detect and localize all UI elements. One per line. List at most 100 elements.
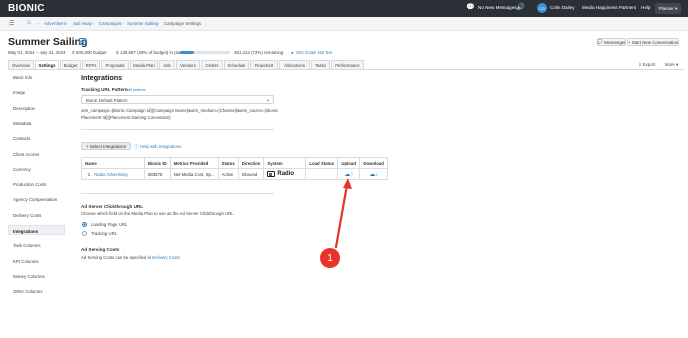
tab-allocations[interactable]: Allocations (279, 60, 310, 69)
sidebar-item-client-access[interactable]: Client Access (13, 152, 39, 157)
user-name[interactable]: Colin Dailey (550, 5, 575, 10)
goals-link[interactable]: OKI Goals Not Set (296, 50, 332, 55)
breadcrumb-advertisers[interactable]: Advertisers (44, 21, 66, 26)
tab-budget[interactable]: Budget (60, 60, 81, 69)
planner-label: Planner (658, 6, 674, 11)
menu-icon[interactable]: ☰ (9, 20, 14, 27)
column-header: Download (359, 157, 389, 169)
load-status-cell (305, 168, 339, 180)
messenger-button[interactable]: 💬 Messenger (597, 38, 626, 46)
tracking-pattern-select[interactable]: Bionic Default Pattern ▾ (81, 95, 274, 104)
avatar[interactable]: CD (537, 3, 547, 13)
section-title: Integrations (81, 73, 123, 82)
upload-cloud-icon[interactable]: ☁↑ (344, 171, 353, 178)
breadcrumb-current: Campaign Settings (164, 21, 202, 26)
image-icon[interactable]: ▣ (79, 38, 86, 45)
speaker-icon[interactable]: 🔊 (516, 3, 525, 11)
annotation-marker: 1 (320, 248, 340, 268)
sidebar-item-image[interactable]: Image (13, 90, 25, 95)
sidebar-item-basic-info[interactable]: Basic Info (13, 75, 32, 80)
breadcrumb-campaigns[interactable]: Campaigns (99, 21, 121, 26)
landing-page-option[interactable]: Landing Page URL (91, 222, 127, 227)
breadcrumb-advertiser[interactable]: Sail Away (73, 21, 92, 26)
select-integrations-button[interactable]: + Select Integrations (81, 142, 131, 150)
tab-proposals[interactable]: Proposals (101, 60, 129, 69)
status-cell: Active (217, 168, 239, 180)
in-plan-text: 138,687 (28% of budget) in plan (120, 50, 183, 55)
table-row[interactable]: 1 Radio Advertising 883578 Net Media Cos… (81, 168, 389, 180)
org-name[interactable]: Media Happiness Partners (582, 5, 636, 10)
help-link[interactable]: Help (641, 5, 650, 10)
sidebar-item-currency[interactable]: Currency (13, 167, 31, 172)
ad-serving-desc: Ad Serving Costs can be specified in Del… (81, 255, 180, 260)
sidebar-item-description[interactable]: Description (13, 106, 35, 111)
tracking-url-radio[interactable] (82, 231, 87, 236)
sidebar-item-integrations[interactable]: Integrations (8, 225, 65, 235)
sidebar-item-kpi-columns[interactable]: KPI Columns (13, 259, 39, 264)
direction-cell: Inbound (237, 168, 265, 180)
sidebar-item-metadata[interactable]: Metadata (13, 121, 31, 126)
tab-schedule[interactable]: Schedule (224, 60, 249, 69)
budget-progress-bar (180, 51, 230, 54)
budget-icon: $ (72, 50, 75, 55)
messages-status[interactable]: No New Messages (478, 5, 517, 10)
landing-page-radio[interactable] (82, 222, 87, 227)
tab-overview[interactable]: Overview (8, 60, 34, 69)
sidebar-item-money-columns[interactable]: Money Columns (13, 274, 45, 279)
column-header: Bionic ID (144, 157, 171, 169)
top-navbar: BIONIC 💬 No New Messages 🔊 CD Colin Dail… (0, 0, 688, 17)
remaining-text: 361,313 (72%) remaining (234, 50, 284, 55)
sidebar-item-production-costs[interactable]: Production Costs (13, 182, 46, 187)
column-header: Upload (337, 157, 361, 169)
sidebar-item-agency-compensation[interactable]: Agency Compensation (13, 197, 57, 202)
download-cloud-icon[interactable]: ☁↓ (369, 171, 378, 178)
breadcrumb-campaign[interactable]: Summer Sailing (127, 21, 158, 26)
delivery-costs-link[interactable]: Delivery Costs (152, 255, 180, 260)
campaign-dates: May 01, 2024 – July 31, 2024 (8, 50, 66, 55)
sidebar-item-contacts[interactable]: Contacts (13, 136, 30, 141)
tab-vendors[interactable]: Vendors (176, 60, 200, 69)
help-icon[interactable]: ⓘ (134, 144, 138, 150)
pattern-text-line2: Placement Id}|{Placement Naming Conventi… (81, 115, 171, 120)
radio-logo-icon: Radio (267, 170, 294, 177)
goal-icon[interactable]: ● (291, 50, 294, 55)
chevron-down-icon: ▾ (266, 97, 269, 103)
column-header: Status (217, 157, 239, 169)
column-header: Load Status (305, 157, 339, 169)
home-icon[interactable]: ⌂ (27, 19, 31, 26)
page-title: Summer Sailing (8, 36, 88, 48)
tab-orders[interactable]: Orders (201, 60, 223, 69)
app-logo[interactable]: BIONIC (8, 3, 45, 14)
budget-progress-fill (180, 51, 194, 54)
clickthrough-label: Ad Server Clickthrough URL (81, 204, 144, 209)
tab-media-plan[interactable]: Media Plan (130, 60, 158, 69)
edit-patterns-link[interactable]: edit patterns (126, 88, 146, 92)
sidebar-item-other-columns[interactable]: Other Columns (13, 289, 43, 294)
tab-flowchart[interactable]: Flowchart (250, 60, 278, 69)
pattern-text-line1: utm_campaign={Bionic Campaign Id}|{Campa… (81, 108, 279, 113)
help-integrations-link[interactable]: Help with Integrations (140, 144, 181, 149)
export-button[interactable]: ⇩ Export (638, 62, 655, 68)
tab-ads[interactable]: Ads (159, 60, 175, 69)
column-header: Name (81, 157, 145, 169)
more-dropdown[interactable]: More ▾ (665, 62, 678, 68)
integrations-table: Name Bionic ID Metrics Provided Status Direc… (81, 157, 389, 180)
tracking-url-option[interactable]: Tracking URL (91, 231, 117, 236)
sidebar-item-delivery-costs[interactable]: Delivery Costs (13, 213, 41, 218)
integration-name-link[interactable]: Radio Advertising (94, 172, 127, 177)
column-header: Direction (237, 157, 265, 169)
campaign-budget: 500,000 budget (76, 50, 107, 55)
divider (81, 193, 274, 194)
annotation-number: 1 (327, 252, 333, 264)
clickthrough-desc: Choose which field on the Media Plan to … (81, 211, 234, 216)
planner-dropdown[interactable]: Planner ▾ (655, 3, 681, 14)
chat-icon[interactable]: 💬 (466, 3, 475, 11)
tab-rfps[interactable]: RFPs (82, 60, 100, 69)
system-cell: Radio (263, 168, 307, 180)
start-conversation-button[interactable]: + Start New Conversation (627, 38, 679, 46)
tab-tasks[interactable]: Tasks (311, 60, 330, 69)
tab-performance[interactable]: Performance (331, 60, 364, 69)
tab-settings[interactable]: Settings (35, 60, 59, 69)
sidebar-item-task-columns[interactable]: Task Columns (13, 243, 41, 248)
breadcrumb: ☰ ⌂ › Advertisers › Sail Away › Campaign… (0, 17, 688, 31)
